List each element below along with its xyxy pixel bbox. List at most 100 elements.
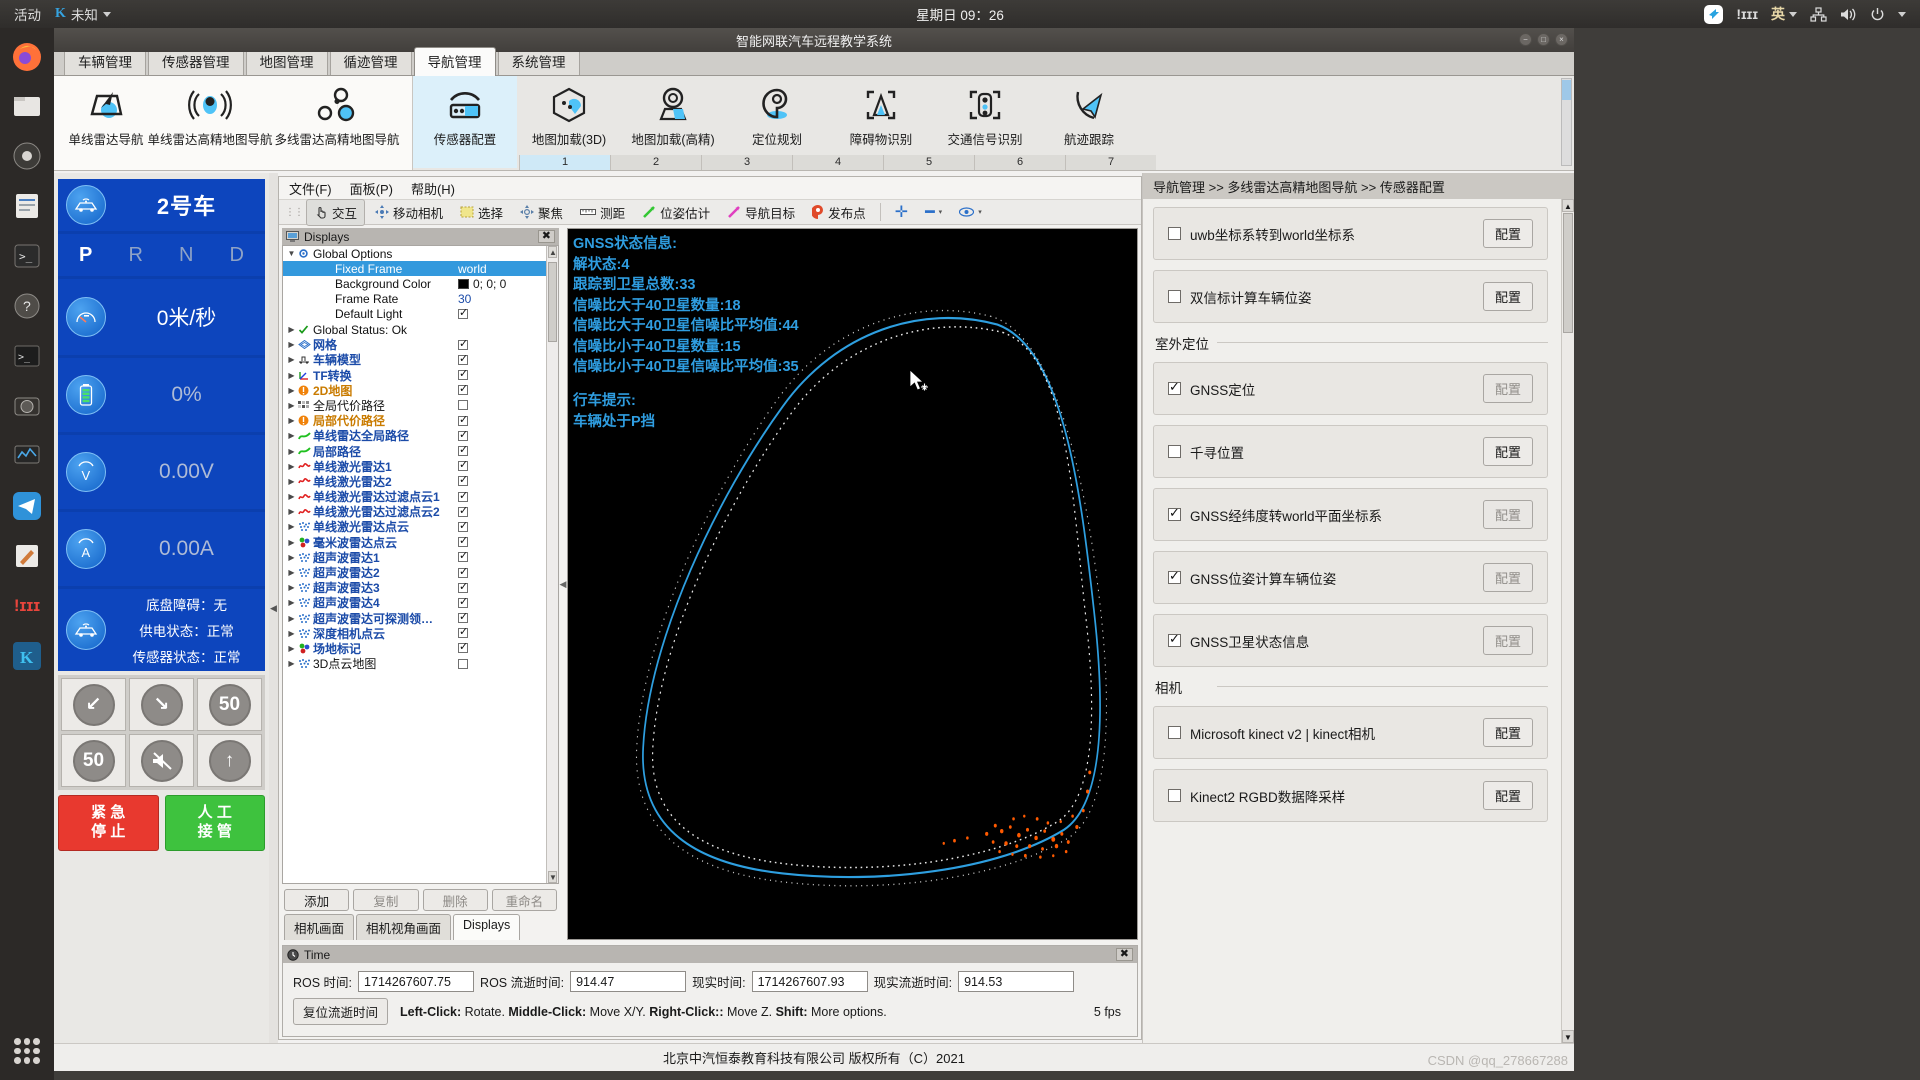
tool-move-camera[interactable]: 移动相机 <box>368 200 450 225</box>
config-item-checkbox[interactable] <box>1168 726 1181 739</box>
menu-file[interactable]: 文件(F) <box>289 179 332 198</box>
tree-item-value[interactable] <box>456 658 546 669</box>
ribbon-single-lidar-hdmap-nav[interactable]: 单线雷达高精地图导航 <box>148 76 273 168</box>
firefox-icon[interactable] <box>7 36 47 76</box>
tool-nav-goal[interactable]: 导航目标 <box>720 200 802 225</box>
config-item-checkbox[interactable] <box>1168 290 1181 303</box>
menu-panels[interactable]: 面板(P) <box>350 179 393 198</box>
scroll-down-icon[interactable]: ▼ <box>1562 1030 1574 1043</box>
tree-item[interactable]: ▶ 3D点云地图 <box>283 656 546 671</box>
maximize-icon[interactable]: □ <box>1537 33 1550 46</box>
tree-item[interactable]: ▶ 超声波雷达1 <box>283 549 546 565</box>
config-item-button[interactable]: 配置 <box>1482 282 1533 311</box>
chevron-right-icon[interactable]: ▶ <box>285 431 298 440</box>
tree-item[interactable]: ▶ 车辆模型 <box>283 352 546 368</box>
telegram-icon[interactable] <box>7 486 47 526</box>
tree-item[interactable]: ▶ 单线激光雷达过滤点云1 <box>283 489 546 505</box>
tree-item[interactable]: ▶ 局部代价路径 <box>283 413 546 429</box>
tree-scrollbar[interactable]: ▲ ▼ <box>546 246 558 883</box>
tree-item[interactable]: ▶ 超声波雷达4 <box>283 595 546 611</box>
control-no-horn[interactable] <box>129 734 194 787</box>
camera-icon[interactable] <box>7 386 47 426</box>
tool-visibility[interactable]: ▾ <box>952 204 989 220</box>
tree-item-checkbox[interactable] <box>458 382 468 396</box>
tree-item[interactable]: ▶ 2D地图 <box>283 382 546 398</box>
config-scrollbar[interactable]: ▲ ▼ <box>1561 199 1574 1043</box>
tree-item[interactable]: ▶ 超声波雷达2 <box>283 565 546 581</box>
tree-item-checkbox[interactable] <box>458 595 468 608</box>
tool-remove[interactable]: ━ ▾ <box>918 199 949 225</box>
ibus-icon[interactable]: !ɪɪɪ <box>7 586 47 626</box>
tree-item[interactable]: ▶ 单线激光雷达1 <box>283 458 546 474</box>
tree-item-checkbox[interactable] <box>458 610 468 624</box>
tree-item-checkbox[interactable] <box>458 413 468 426</box>
config-item-checkbox[interactable] <box>1168 505 1181 521</box>
tree-item-checkbox[interactable] <box>458 473 468 487</box>
tool-add[interactable]: ✛ <box>888 199 915 225</box>
config-item-checkbox[interactable] <box>1168 379 1181 395</box>
chevron-right-icon[interactable]: ▶ <box>285 325 298 334</box>
chevron-right-icon[interactable]: ▶ <box>285 644 298 653</box>
tool-select[interactable]: 选择 <box>453 200 510 225</box>
tree-item[interactable]: ▶ Global Status: Ok <box>283 322 546 337</box>
ribbon-sensor-config[interactable]: 传感器配置 <box>413 76 517 168</box>
tree-item-checkbox[interactable] <box>458 658 468 669</box>
config-item-button[interactable]: 配置 <box>1482 500 1533 529</box>
step-7[interactable]: 7 <box>1065 155 1156 170</box>
tree-item-value[interactable] <box>456 534 546 548</box>
config-item-checkbox[interactable] <box>1168 568 1181 584</box>
config-item-checkbox[interactable] <box>1168 227 1181 240</box>
chevron-right-icon[interactable]: ▶ <box>285 553 298 562</box>
tree-item-value[interactable] <box>456 504 546 517</box>
ribbon-multi-lidar-hdmap-nav[interactable]: 多线雷达高精地图导航 <box>262 76 412 168</box>
wall-elapsed-field[interactable]: 914.53 <box>958 971 1075 992</box>
tree-item-value[interactable] <box>456 367 546 381</box>
chevron-right-icon[interactable]: ▶ <box>285 538 298 547</box>
chevron-right-icon[interactable]: ▶ <box>285 355 298 364</box>
tree-item[interactable]: Frame Rate 30 <box>283 292 546 307</box>
tree-item[interactable]: ▶ 网格 <box>283 337 546 353</box>
ros-elapsed-field[interactable]: 914.47 <box>570 971 687 992</box>
tab-camera-perspective[interactable]: 相机视角画面 <box>356 914 452 940</box>
tool-measure[interactable]: 测距 <box>573 200 632 225</box>
step-3[interactable]: 3 <box>701 155 792 170</box>
tab-nav-mgmt[interactable]: 导航管理 <box>413 47 496 76</box>
tree-item-checkbox[interactable] <box>458 443 468 457</box>
tree-item[interactable]: ▶ 单线雷达全局路径 <box>283 428 546 444</box>
terminal2-icon[interactable]: >_ <box>7 336 47 376</box>
control-speed-50-b[interactable]: 50 <box>61 734 126 787</box>
tree-item-checkbox[interactable] <box>458 489 468 502</box>
config-item-button[interactable]: 配置 <box>1482 374 1533 403</box>
tree-item-value[interactable] <box>456 428 546 441</box>
gnome-clock[interactable]: 星期日 09：26 <box>0 4 1920 24</box>
terminal-icon[interactable]: >_ <box>7 236 47 276</box>
manual-takeover-button[interactable]: 人 工 接 管 <box>164 795 265 851</box>
tree-item-value[interactable] <box>456 352 546 365</box>
tree-item-checkbox[interactable] <box>458 534 468 548</box>
monitor-icon[interactable] <box>7 436 47 476</box>
step-2[interactable]: 2 <box>610 155 701 170</box>
tree-item-value[interactable] <box>456 306 546 320</box>
tree-item[interactable]: ▶ 场地标记 <box>283 640 546 656</box>
config-item-checkbox[interactable] <box>1168 631 1181 647</box>
tree-item-value[interactable] <box>456 519 546 532</box>
tree-item-value[interactable] <box>456 337 546 350</box>
reset-elapsed-button[interactable]: 复位流逝时间 <box>293 998 389 1025</box>
tree-item[interactable]: ▼ Global Options <box>283 246 546 261</box>
editor-icon[interactable] <box>7 536 47 576</box>
ribbon-scrollbar[interactable] <box>1561 78 1572 166</box>
tree-item[interactable]: ▶ 单线激光雷达2 <box>283 473 546 489</box>
control-forward[interactable]: ↑ <box>197 734 262 787</box>
ribbon-single-lidar-nav[interactable]: 单线雷达导航 <box>54 76 158 168</box>
rviz-splitter[interactable]: ◀ <box>559 228 567 940</box>
tree-item-value[interactable] <box>456 640 546 654</box>
tree-item-value[interactable] <box>456 458 546 472</box>
config-item-button[interactable]: 配置 <box>1482 626 1533 655</box>
left-splitter[interactable]: ◀ <box>269 173 278 1043</box>
config-item-button[interactable]: 配置 <box>1482 718 1533 747</box>
tree-scroll-thumb[interactable] <box>548 262 557 342</box>
tree-item-checkbox[interactable] <box>458 549 468 563</box>
tree-item[interactable]: ▶ 超声波雷达3 <box>283 580 546 596</box>
chevron-right-icon[interactable]: ▶ <box>285 629 298 638</box>
config-item-button[interactable]: 配置 <box>1482 781 1533 810</box>
